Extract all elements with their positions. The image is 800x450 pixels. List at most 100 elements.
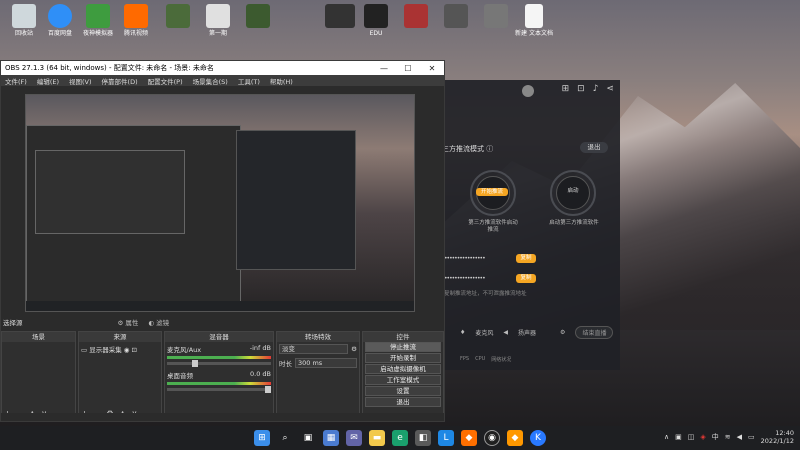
lock-icon[interactable]: ⊡ [132,346,137,354]
menu-profile[interactable]: 配置文件(P) [148,76,183,86]
desktop-icon-text-doc[interactable]: 新建 文本文档 [512,4,556,37]
exit-button[interactable]: 退出 [365,397,441,407]
desktop-icon-game1[interactable] [156,4,200,30]
transition-select[interactable]: 淡变 [279,344,349,354]
duration-input[interactable]: 300 ms [295,358,357,368]
mode-label: 三方推流模式 ⓘ [442,145,494,153]
edu-icon [364,4,388,28]
chevron-up-icon[interactable]: ∧ [664,433,669,441]
desktop-icon-edu[interactable]: EDU [354,4,398,37]
tray-app-icon[interactable]: ▣ [675,433,682,441]
wifi-icon[interactable]: ≋ [725,433,731,441]
avatar[interactable] [522,85,534,97]
lock-icon[interactable]: ⊡ [577,84,585,94]
qq-icon[interactable]: L [438,430,454,446]
windows-start-icon[interactable]: ⊞ [254,430,270,446]
settings-icon[interactable]: ⚙ [560,329,565,336]
game-icon [166,4,190,28]
orange-app2-icon[interactable]: ◆ [507,430,523,446]
text-document-icon [525,4,543,28]
copy-key-button[interactable]: 复制 [516,274,536,283]
gear-icon[interactable]: ⚙ [351,345,357,353]
menu-edit[interactable]: 编辑(E) [37,76,59,86]
stop-live-button[interactable]: 结束直播 [575,326,614,339]
app-toolbar: ⊞ ⊡ ♪ ⋖ [562,84,614,94]
battery-icon[interactable]: ▭ [748,433,755,441]
obs-titlebar: OBS 27.1.3 (64 bit, windows) - 配置文件: 未命名… [1,61,444,75]
desktop-icon-photo1[interactable] [434,4,478,30]
mixer-row-desktop: 桌面音频 0.0 dB [167,370,271,393]
photo-icon [484,4,508,28]
chat-icon[interactable]: ✉ [346,430,362,446]
menu-tools[interactable]: 工具(T) [238,76,260,86]
push-url-field[interactable]: •••••••••••••••• [444,255,506,264]
edge-icon[interactable]: e [392,430,408,446]
visibility-icon[interactable]: ◉ [124,346,130,354]
window-title: OBS 27.1.3 (64 bit, windows) - 配置文件: 未命名… [5,64,214,72]
desktop-icon-video2[interactable] [394,4,438,30]
desktop-icon-game2[interactable] [236,4,280,30]
mic-volume-slider[interactable] [167,360,271,367]
menu-scene-collection[interactable]: 场景集合(S) [193,76,228,86]
menu-docks[interactable]: 停靠部件(D) [102,76,138,86]
speaker-icon[interactable]: ◀ [503,329,508,336]
orange-app-icon[interactable]: ◆ [461,430,477,446]
settings-button[interactable]: 设置 [365,386,441,396]
mixer-row-mic: 麦克风/Aux -inf dB [167,344,271,367]
stop-streaming-button[interactable]: 停止推流 [365,342,441,352]
speaker-icon[interactable]: ◀ [737,433,742,441]
system-tray: ∧ ▣ ◫ ◈ 中 ≋ ◀ ▭ 12:40 2022/1/12 [664,429,794,445]
virtual-camera-button[interactable]: 启动虚拟摄像机 [365,364,441,374]
mixer-dock: 混音器 麦克风/Aux -inf dB 桌面音频 0.0 dB [164,331,274,421]
obs-icon[interactable]: ◉ [484,430,500,446]
minimize-icon[interactable]: — [372,64,396,73]
preview-canvas[interactable] [25,94,415,312]
desktop-icon-tencent-video[interactable]: 腾讯视频 [114,4,158,37]
close-icon[interactable]: ✕ [420,64,444,73]
store-icon[interactable]: ◧ [415,430,431,446]
video-thumbnail-icon [404,4,428,28]
transitions-dock: 转场特效 淡变 ⚙ 时长 300 ms [276,331,360,421]
widgets-icon[interactable]: ▦ [323,430,339,446]
properties-button[interactable]: ⚙ 属性 [118,317,139,327]
nested-obs-capture [26,125,241,305]
app-status-bar: FPS CPU 网络状况 [460,356,512,363]
clock[interactable]: 12:40 2022/1/12 [761,429,794,445]
maximize-icon[interactable]: ☐ [396,64,420,73]
nested-obs-capture-inner [35,150,185,234]
bell-icon[interactable]: ♪ [593,84,599,94]
menu-view[interactable]: 视图(V) [69,76,92,86]
source-item[interactable]: ▭ 显示器采集 ◉ ⊡ [79,342,161,356]
dock-area: 场景 + − ∧ ∨ 来源 ▭ 显示器采集 ◉ ⊡ + − ⚙ ∧ ∨ 混音器 [1,331,444,421]
file-explorer-icon[interactable]: ▬ [369,430,385,446]
exit-mode-button[interactable]: 退出 [580,142,608,153]
menu-help[interactable]: 帮助(H) [270,76,293,86]
copy-url-button[interactable]: 复制 [516,254,536,263]
app-bottom-controls: ♦ 麦克风 ◀ 扬声器 ⚙ 结束直播 [460,326,614,339]
start-push-button[interactable]: 开始推流 [476,188,508,196]
start-push-caption: 第三方推流软件启动推流 [468,220,518,233]
emulator-icon [86,4,110,28]
menu-file[interactable]: 文件(F) [5,76,27,86]
filters-button[interactable]: ◐ 滤镜 [148,317,169,327]
blue-app-icon[interactable]: K [530,430,546,446]
taskbar-apps: ⊞ ⌕ ▣ ▦ ✉ ▬ e ◧ L ◆ ◉ ◆ K [254,430,546,446]
desktop-icon-mp3[interactable]: 第一期 [196,4,240,37]
tray-red-icon[interactable]: ◈ [700,433,705,441]
tencent-video-icon [124,4,148,28]
input-method-indicator[interactable]: 中 [712,432,719,442]
gift-icon[interactable]: ⊞ [562,84,570,94]
push-key-field[interactable]: •••••••••••••••• [444,275,506,284]
microphone-icon[interactable]: ♦ [460,329,465,336]
search-icon[interactable]: ⌕ [277,430,293,446]
game-icon [246,4,270,28]
task-view-icon[interactable]: ▣ [300,430,316,446]
tray-app2-icon[interactable]: ◫ [688,433,695,441]
share-icon[interactable]: ⋖ [606,84,614,94]
desktop-volume-slider[interactable] [167,386,271,393]
recycle-bin-icon [12,4,36,28]
studio-mode-button[interactable]: 工作室模式 [365,375,441,385]
launch-button[interactable]: 启动 [558,188,588,195]
start-recording-button[interactable]: 开始录制 [365,353,441,363]
video-thumbnail-icon [325,4,355,28]
